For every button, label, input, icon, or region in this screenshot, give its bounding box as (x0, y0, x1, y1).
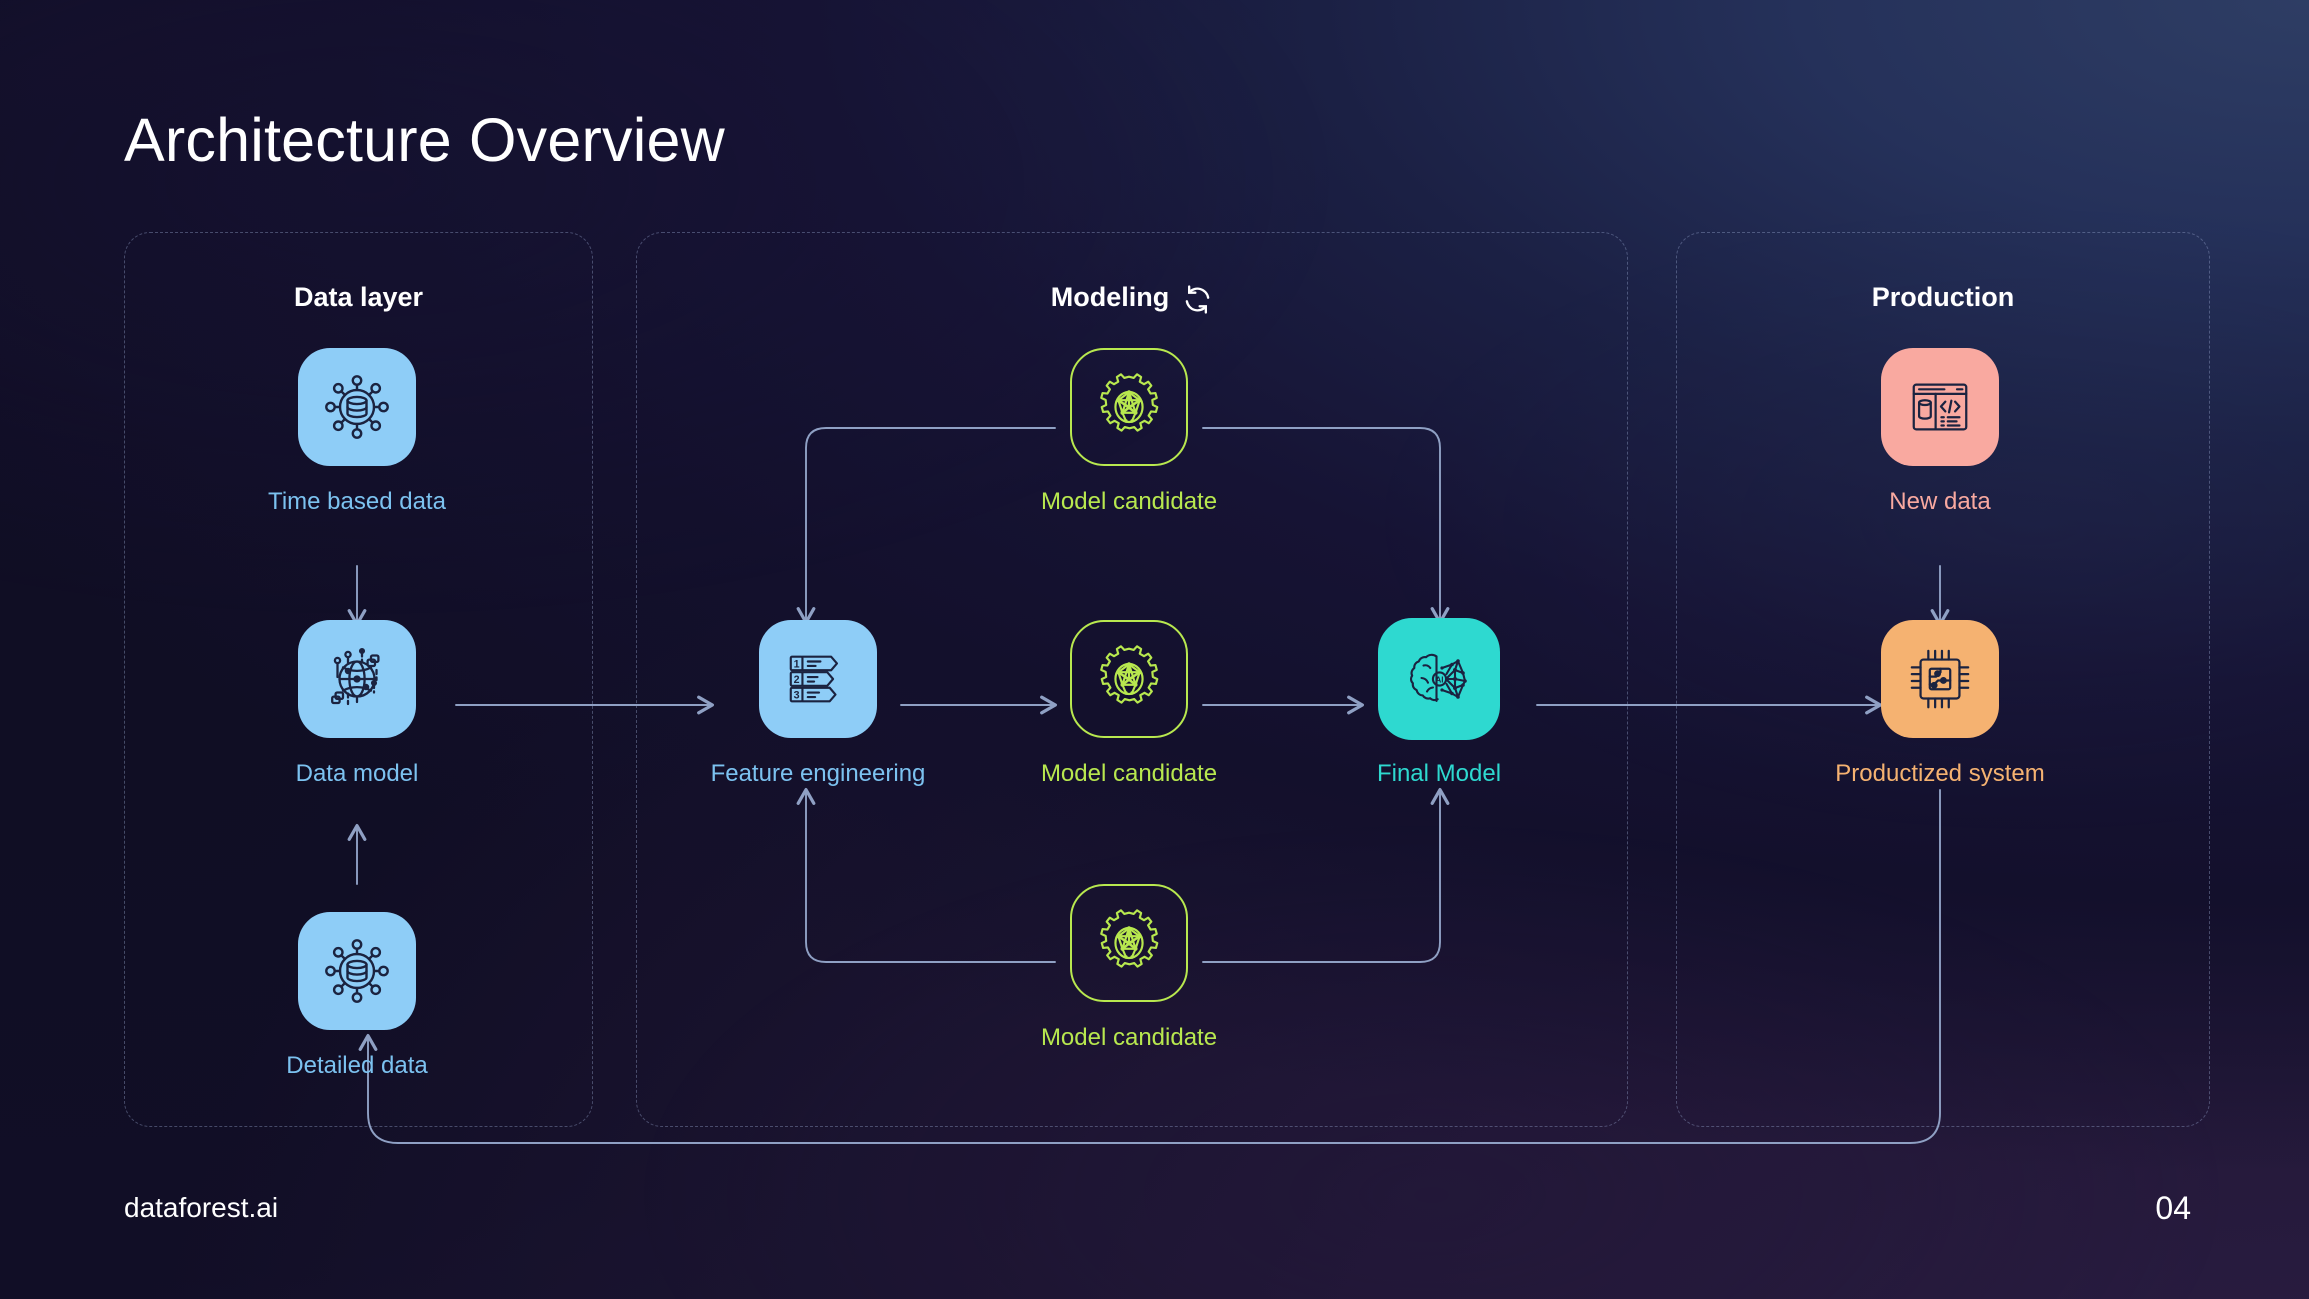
node-label: Data model (295, 760, 419, 787)
node-model-candidate-top[interactable]: Model candidate (999, 348, 1259, 516)
browser-database-code-icon (1905, 372, 1975, 442)
refresh-cycle-icon (1182, 284, 1213, 315)
panel-title-modeling-label: Modeling (1050, 282, 1170, 312)
cpu-chip-icon (1905, 644, 1975, 714)
ai-brain-icon: AI (1403, 643, 1475, 715)
node-tile (1070, 620, 1188, 738)
svg-text:2: 2 (794, 674, 800, 686)
panel-title-data-layer: Data layer (124, 282, 593, 313)
node-tile (1070, 884, 1188, 1002)
node-label: Model candidate (1040, 1024, 1218, 1051)
distributed-database-icon (321, 371, 393, 443)
node-label: Final Model (1376, 760, 1502, 787)
node-tile (298, 348, 416, 466)
node-model-candidate-bot[interactable]: Model candidate (999, 884, 1259, 1052)
node-time-based-data[interactable]: Time based data (227, 348, 487, 516)
globe-network-icon (321, 643, 393, 715)
node-tile (298, 912, 416, 1030)
node-label: Time based data (268, 488, 446, 515)
panel-title-production-label: Production (1871, 282, 2015, 312)
node-label: Model candidate (1040, 760, 1218, 787)
node-label: Detailed data (286, 1052, 428, 1079)
brand-footer: dataforest.ai (124, 1192, 279, 1223)
gear-neural-network-icon (1092, 642, 1166, 716)
gear-neural-network-icon (1092, 906, 1166, 980)
node-label: Productized system (1835, 760, 2045, 787)
page-title: Architecture Overview (124, 106, 725, 174)
node-tile: 1 2 3 (759, 620, 877, 738)
node-data-model[interactable]: Data model (227, 620, 487, 788)
node-tile (298, 620, 416, 738)
svg-text:1: 1 (794, 659, 800, 671)
node-new-data[interactable]: New data (1810, 348, 2070, 516)
panel-title-production: Production (1676, 282, 2210, 313)
node-productized-system[interactable]: Productized system (1810, 620, 2070, 788)
node-label: Feature engineering (710, 760, 926, 787)
ranked-list-icon: 1 2 3 (783, 644, 853, 714)
node-tile (1881, 620, 1999, 738)
node-feature-engineering[interactable]: 1 2 3 Feature engineering (688, 620, 948, 788)
slide-stage: Architecture Overview Data layer Modelin… (0, 0, 2309, 1299)
gear-neural-network-icon (1092, 370, 1166, 444)
node-detailed-data[interactable]: Detailed data (227, 912, 487, 1080)
panel-title-modeling: Modeling (636, 282, 1628, 315)
page-number: 04 (2155, 1190, 2191, 1226)
node-tile (1070, 348, 1188, 466)
node-tile (1881, 348, 1999, 466)
svg-text:AI: AI (1436, 676, 1444, 685)
distributed-database-icon (321, 935, 393, 1007)
svg-text:3: 3 (794, 690, 800, 702)
node-tile: AI (1378, 618, 1500, 740)
node-final-model[interactable]: AI Final Model (1309, 618, 1569, 788)
node-model-candidate-mid[interactable]: Model candidate (999, 620, 1259, 788)
panel-title-data-layer-label: Data layer (293, 282, 424, 312)
node-label: New data (1889, 488, 1991, 515)
node-label: Model candidate (1040, 488, 1218, 515)
